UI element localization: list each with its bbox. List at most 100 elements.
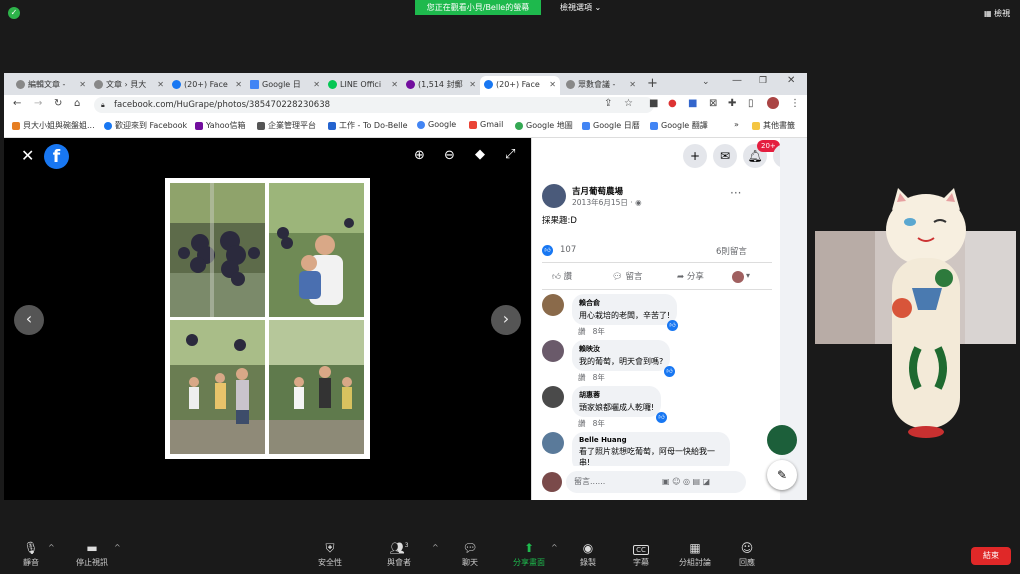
audience-avatar[interactable] xyxy=(732,271,744,283)
commenter-name[interactable]: Belle Huang xyxy=(579,436,723,444)
tag-icon[interactable]: ◆ xyxy=(475,147,485,162)
back-icon[interactable]: ← xyxy=(13,98,21,109)
close-icon[interactable]: ✕ xyxy=(629,76,636,93)
zoom-in-icon[interactable]: ⊕ xyxy=(414,148,425,163)
new-tab-button[interactable]: + xyxy=(647,76,658,91)
url-field[interactable]: 🔒︎ facebook.com/HuGrape/photos/3854702282… xyxy=(94,97,654,113)
page-shortcut-avatar[interactable] xyxy=(767,425,797,455)
chat-button[interactable]: 💬︎ 聊天 xyxy=(445,541,495,568)
record-button[interactable]: ◉ 錄製 xyxy=(563,541,613,568)
fullscreen-icon[interactable]: ⤢ xyxy=(505,147,515,162)
zoom-out-icon[interactable]: ⊖ xyxy=(444,148,455,163)
captions-button[interactable]: CC 字幕 xyxy=(616,541,666,568)
tab-8[interactable]: 眾數會議 - ✕ xyxy=(562,76,640,95)
view-button[interactable]: ▦ 檢視 xyxy=(984,8,1010,19)
more-options-icon[interactable]: ··· xyxy=(730,186,741,200)
commenter-name[interactable]: 賴合俞 xyxy=(579,298,670,308)
end-meeting-button[interactable]: 結束 xyxy=(971,547,1011,565)
chevron-up-icon[interactable]: ^ xyxy=(432,543,439,552)
other-bookmarks[interactable]: 其他書籤 xyxy=(752,120,795,131)
comment-count[interactable]: 6則留言 xyxy=(716,245,747,257)
participants-button[interactable]: 👥︎3 與會者 xyxy=(374,541,424,568)
commenter-avatar[interactable] xyxy=(542,294,564,316)
close-icon[interactable]: ✕ xyxy=(157,76,164,93)
tab-4[interactable]: Google 日 ✕ xyxy=(246,76,324,95)
forward-icon[interactable]: → xyxy=(34,98,42,109)
home-icon[interactable]: ⌂ xyxy=(74,98,80,109)
chevron-down-icon[interactable]: ▾ xyxy=(746,271,750,280)
chevron-up-icon[interactable]: ^ xyxy=(48,543,55,552)
close-icon[interactable]: ✕ xyxy=(391,76,398,93)
bookmark-item[interactable]: Gmail xyxy=(469,120,503,129)
close-icon[interactable]: ✕ xyxy=(313,76,320,93)
restore-button[interactable]: ❐ xyxy=(759,76,767,86)
tab-5[interactable]: LINE Offici ✕ xyxy=(324,76,402,95)
comment-like-link[interactable]: 讚 xyxy=(578,419,586,428)
comment-like-link[interactable]: 讚 xyxy=(578,373,586,382)
share-screen-button[interactable]: ⬆ 分享畫面 xyxy=(504,541,554,568)
comment-like-link[interactable]: 讚 xyxy=(578,327,586,336)
star-icon[interactable]: ☆ xyxy=(624,98,633,109)
tab-1[interactable]: 編輯文章 - ✕ xyxy=(12,76,90,95)
tab-3[interactable]: (20+) Face ✕ xyxy=(168,76,246,95)
commenter-name[interactable]: 賴映汝 xyxy=(579,344,663,354)
reload-icon[interactable]: ↻ xyxy=(54,98,62,109)
stop-video-button[interactable]: ▬ 停止視訊 xyxy=(67,541,117,568)
tab-active[interactable]: (20+) Face ✕ xyxy=(480,76,560,95)
bookmark-item[interactable]: 歡迎來到 Facebook xyxy=(104,120,187,131)
bookmarks-more-button[interactable]: » xyxy=(734,120,739,129)
close-icon[interactable]: ✕ xyxy=(469,76,476,93)
bookmark-item[interactable]: 工作 - To Do-Belle xyxy=(328,120,408,131)
create-button[interactable]: + xyxy=(683,144,707,168)
security-shield-icon[interactable]: ✓ xyxy=(8,7,20,19)
commenter-avatar[interactable] xyxy=(542,340,564,362)
security-button[interactable]: ⛨ 安全性 xyxy=(305,541,355,568)
menu-icon[interactable]: ⋮ xyxy=(790,98,800,109)
next-photo-button[interactable]: › xyxy=(491,305,521,335)
tab-6[interactable]: (1,514 封郵 ✕ xyxy=(402,76,480,95)
tab-2[interactable]: 文章 › 貝大 ✕ xyxy=(90,76,168,95)
extension-icon[interactable]: ● xyxy=(668,98,677,109)
bookmark-item[interactable]: Yahoo信箱 xyxy=(195,120,246,131)
bookmark-item[interactable]: 貝大小姐與碗盤姐... xyxy=(12,120,95,131)
close-icon[interactable]: ✕ xyxy=(21,146,34,165)
page-avatar[interactable] xyxy=(542,184,566,208)
profile-avatar[interactable] xyxy=(767,97,779,109)
commenter-name[interactable]: 胡惠蓉 xyxy=(579,390,654,400)
comment-time[interactable]: 8年 xyxy=(593,419,605,428)
comment-input[interactable]: 留言...... xyxy=(566,471,746,493)
previous-photo-button[interactable]: ‹ xyxy=(14,305,44,335)
extension-icon[interactable]: ■ xyxy=(688,98,697,109)
like-count[interactable]: 107 xyxy=(560,245,576,255)
commenter-avatar[interactable] xyxy=(542,386,564,408)
new-message-icon[interactable]: ✎ xyxy=(767,460,797,490)
comment-time[interactable]: 8年 xyxy=(593,373,605,382)
close-icon[interactable]: ✕ xyxy=(549,76,556,93)
tab-search-icon[interactable]: ⌄ xyxy=(702,77,710,87)
bookmark-item[interactable]: Google 翻譯 xyxy=(650,120,708,131)
window-close-button[interactable]: ✕ xyxy=(787,75,795,86)
puzzle-icon[interactable]: ✚ xyxy=(728,98,736,109)
share-button[interactable]: ➦ 分享 xyxy=(677,270,704,282)
extension-icon[interactable]: ⊠ xyxy=(709,98,717,109)
chevron-up-icon[interactable]: ^ xyxy=(551,543,558,552)
close-icon[interactable]: ✕ xyxy=(79,76,86,93)
close-icon[interactable]: ✕ xyxy=(235,76,242,93)
commenter-avatar[interactable] xyxy=(542,432,564,454)
post-date[interactable]: 2013年6月15日 · ◉ xyxy=(572,197,642,208)
comment-time[interactable]: 8年 xyxy=(593,327,605,336)
comment-tool-icons[interactable]: ▣ ☺ ◎ ▤ ◪ xyxy=(662,477,710,486)
bookmark-item[interactable]: 企業管理平台 xyxy=(257,120,316,131)
sidebar-icon[interactable]: ▯ xyxy=(748,98,754,109)
bookmark-item[interactable]: Google xyxy=(417,120,456,129)
breakout-rooms-button[interactable]: ▦ 分組討論 xyxy=(670,541,720,568)
bookmark-item[interactable]: Google 地圖 xyxy=(515,120,573,131)
share-icon[interactable]: ⇪ xyxy=(604,98,612,109)
comment-button[interactable]: 💬︎ 留言 xyxy=(612,270,643,282)
extension-icon[interactable]: ■ xyxy=(649,98,658,109)
chevron-up-icon[interactable]: ^ xyxy=(114,543,121,552)
bookmark-item[interactable]: Google 日曆 xyxy=(582,120,640,131)
messenger-icon[interactable]: ✉ xyxy=(713,144,737,168)
reactions-button[interactable]: ☺ 回應 xyxy=(722,541,772,568)
like-button[interactable]: 👍︎ 讚 xyxy=(552,270,572,282)
